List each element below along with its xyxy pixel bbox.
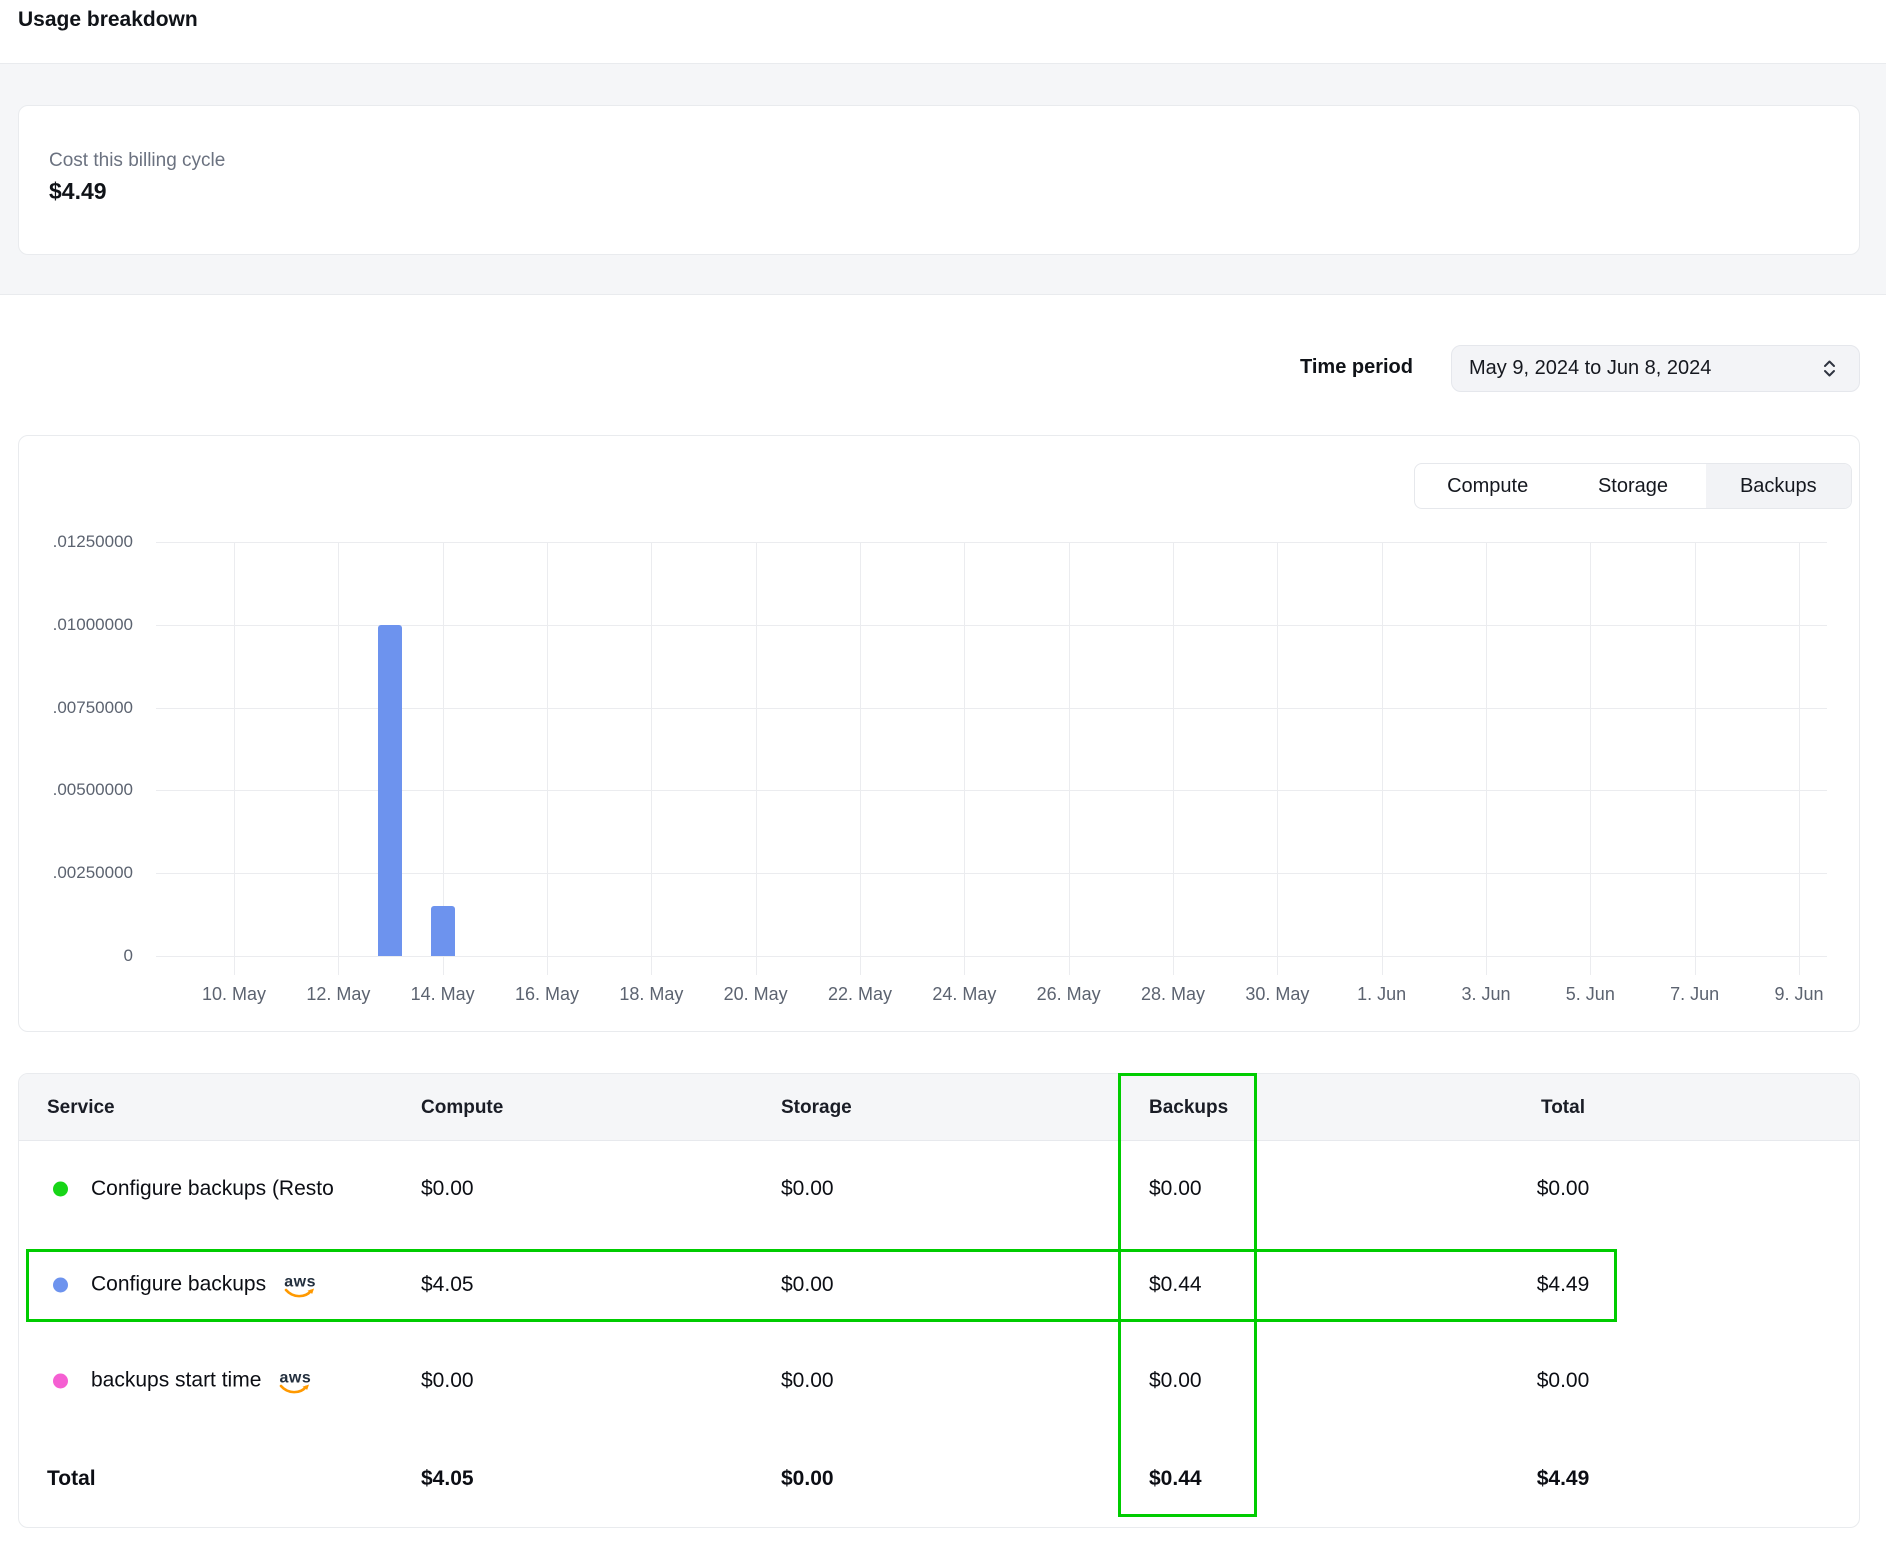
x-axis-tick: 22. May	[808, 984, 912, 1005]
total-row-label: Total	[47, 1467, 96, 1491]
aws-logo-icon: aws	[284, 1275, 316, 1298]
billing-summary-section: Cost this billing cycle $4.49	[0, 63, 1886, 295]
backups-value: $0.00	[1149, 1177, 1202, 1201]
total-backups-value: $0.44	[1149, 1467, 1202, 1491]
x-axis-tick: 5. Jun	[1538, 984, 1642, 1005]
x-axis-tick: 28. May	[1121, 984, 1225, 1005]
usage-chart-card: Compute Storage Backups .01250000.010000…	[18, 435, 1860, 1032]
y-gridline	[156, 956, 1827, 957]
y-gridline	[156, 873, 1827, 874]
header-backups: Backups	[1149, 1074, 1228, 1141]
x-axis-tick: 3. Jun	[1434, 984, 1538, 1005]
y-axis-tick: .00750000	[19, 698, 133, 718]
y-axis-tick: 0	[19, 946, 133, 966]
compute-value: $0.00	[421, 1369, 474, 1393]
time-period-value: May 9, 2024 to Jun 8, 2024	[1469, 346, 1711, 391]
page-title: Usage breakdown	[18, 8, 198, 32]
header-storage: Storage	[781, 1074, 852, 1141]
x-gridline	[1799, 542, 1800, 975]
header-total: Total	[1363, 1074, 1763, 1141]
x-gridline	[1382, 542, 1383, 975]
select-updown-chevron-icon	[1820, 358, 1839, 384]
x-axis-tick: 18. May	[599, 984, 703, 1005]
x-axis-tick: 9. Jun	[1747, 984, 1851, 1005]
x-axis-tick: 30. May	[1225, 984, 1329, 1005]
table-row: backups start time aws $0.00 $0.00 $0.00…	[19, 1332, 1859, 1429]
service-name: Configure backups (Resto	[91, 1177, 334, 1201]
time-period-select[interactable]: May 9, 2024 to Jun 8, 2024	[1451, 345, 1860, 392]
x-gridline	[1173, 542, 1174, 975]
x-gridline	[338, 542, 339, 975]
x-gridline	[964, 542, 965, 975]
y-gridline	[156, 625, 1827, 626]
x-axis-tick: 14. May	[391, 984, 495, 1005]
header-service: Service	[47, 1074, 115, 1141]
y-gridline	[156, 708, 1827, 709]
x-axis-tick: 26. May	[1017, 984, 1121, 1005]
series-dot-pink	[53, 1373, 68, 1388]
total-value: $0.00	[1363, 1177, 1763, 1201]
storage-value: $0.00	[781, 1177, 834, 1201]
y-axis-tick: .00500000	[19, 780, 133, 800]
backups-value: $0.44	[1149, 1273, 1202, 1297]
x-gridline	[1695, 542, 1696, 975]
chart-bar[interactable]	[431, 906, 455, 956]
x-axis-tick: 20. May	[704, 984, 808, 1005]
series-dot-green	[53, 1182, 68, 1197]
service-label: Configure backups	[91, 1273, 266, 1297]
y-gridline	[156, 542, 1827, 543]
x-gridline	[651, 542, 652, 975]
billing-summary-card: Cost this billing cycle $4.49	[18, 105, 1860, 255]
x-axis-tick: 7. Jun	[1643, 984, 1747, 1005]
x-axis-tick: 12. May	[286, 984, 390, 1005]
chart-bar[interactable]	[378, 625, 402, 956]
service-name: backups start time aws	[91, 1367, 311, 1394]
total-value: $0.00	[1363, 1369, 1763, 1393]
time-period-label: Time period	[1300, 356, 1413, 379]
header-compute: Compute	[421, 1074, 503, 1141]
total-storage-value: $0.00	[781, 1467, 834, 1491]
x-gridline	[1277, 542, 1278, 975]
y-axis-tick: .00250000	[19, 863, 133, 883]
aws-logo-icon: aws	[279, 1371, 311, 1394]
billing-cycle-amount: $4.49	[49, 178, 107, 205]
y-axis-tick: .01250000	[19, 532, 133, 552]
backups-value: $0.00	[1149, 1369, 1202, 1393]
x-axis-tick: 10. May	[182, 984, 286, 1005]
x-gridline	[1486, 542, 1487, 975]
backups-usage-chart: .01250000 .01000000 .00750000 .00500000 .002…	[19, 436, 1859, 1031]
table-row: Configure backups aws $4.05 $0.00 $0.44 …	[19, 1237, 1859, 1332]
storage-value: $0.00	[781, 1273, 834, 1297]
compute-value: $4.05	[421, 1273, 474, 1297]
table-row: Configure backups (Resto $0.00 $0.00 $0.…	[19, 1141, 1859, 1237]
x-axis-tick: 24. May	[912, 984, 1016, 1005]
y-axis-tick: .01000000	[19, 615, 133, 635]
service-name: Configure backups aws	[91, 1271, 316, 1298]
x-gridline	[1590, 542, 1591, 975]
table-header-row: Service Compute Storage Backups Total	[19, 1074, 1859, 1141]
x-axis-tick: 16. May	[495, 984, 599, 1005]
table-total-row: Total $4.05 $0.00 $0.44 $4.49	[19, 1429, 1859, 1528]
service-label: Configure backups (Resto	[91, 1177, 334, 1201]
total-value: $4.49	[1363, 1273, 1763, 1297]
billing-cycle-label: Cost this billing cycle	[49, 150, 225, 172]
y-gridline	[156, 790, 1827, 791]
series-dot-blue	[53, 1277, 68, 1292]
x-gridline	[234, 542, 235, 975]
x-axis-tick: 1. Jun	[1330, 984, 1434, 1005]
x-gridline	[756, 542, 757, 975]
service-label: backups start time	[91, 1369, 261, 1393]
storage-value: $0.00	[781, 1369, 834, 1393]
x-gridline	[860, 542, 861, 975]
x-gridline	[547, 542, 548, 975]
compute-value: $0.00	[421, 1177, 474, 1201]
grand-total-value: $4.49	[1363, 1467, 1763, 1491]
usage-table-card: Service Compute Storage Backups Total Co…	[18, 1073, 1860, 1528]
total-compute-value: $4.05	[421, 1467, 474, 1491]
x-gridline	[1069, 542, 1070, 975]
